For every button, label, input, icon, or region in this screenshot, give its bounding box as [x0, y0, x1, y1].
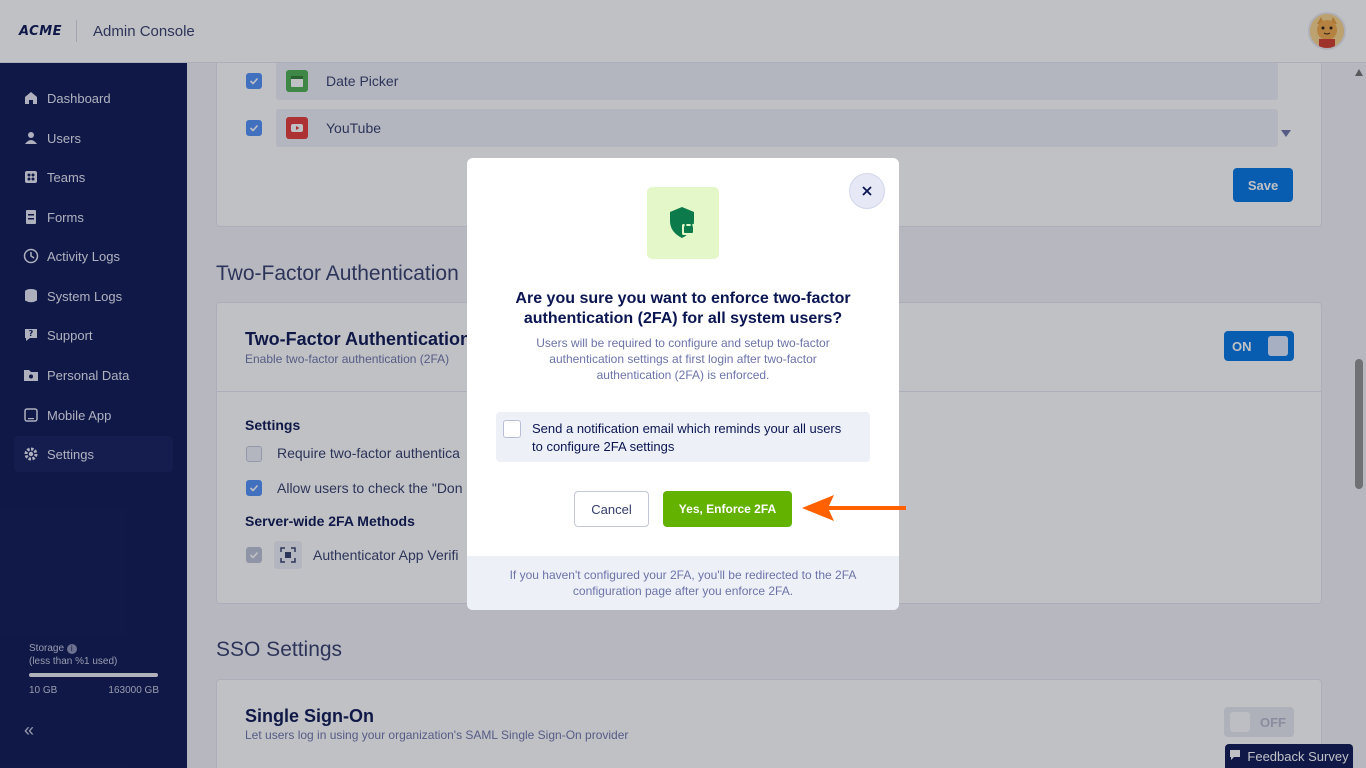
cancel-button[interactable]: Cancel: [574, 491, 649, 527]
annotation-arrow-icon: [802, 495, 906, 521]
notify-option[interactable]: Send a notification email which reminds …: [496, 412, 870, 462]
notify-label: Send a notification email which reminds …: [532, 421, 842, 454]
modal-footer-text: If you haven't configured your 2FA, you'…: [509, 568, 857, 598]
modal-description: Users will be required to configure and …: [536, 336, 830, 382]
modal-title: Are you sure you want to enforce two-fac…: [515, 290, 851, 327]
shield-lock-icon: [647, 187, 719, 259]
notify-checkbox[interactable]: [503, 420, 521, 438]
enforce-2fa-button[interactable]: Yes, Enforce 2FA: [663, 491, 792, 527]
close-icon[interactable]: [849, 173, 885, 209]
enforce-2fa-modal: Are you sure you want to enforce two-fac…: [467, 158, 899, 610]
modal-footer: If you haven't configured your 2FA, you'…: [467, 556, 899, 610]
